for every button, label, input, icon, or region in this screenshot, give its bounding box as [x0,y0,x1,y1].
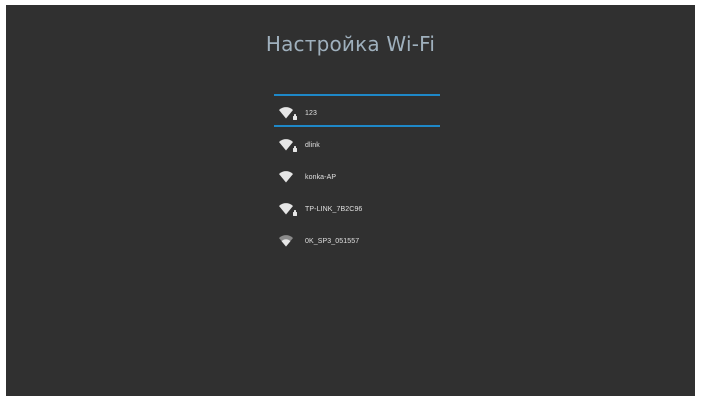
network-ssid: TP-LINK_7B2C96 [305,205,363,213]
wifi-settings-screen: Настройка Wi-Fi 123 dlink konka-AP TP-LI… [6,5,695,396]
network-ssid: 0K_SP3_051557 [305,237,360,245]
network-item-tp-link[interactable]: TP-LINK_7B2C96 [274,196,440,222]
page-title: Настройка Wi-Fi [265,32,436,56]
network-item-konka-ap[interactable]: konka-AP [274,164,440,190]
wifi-secured-icon [279,139,297,152]
selection-top-line [274,94,440,96]
wifi-icon [279,171,293,183]
wifi-secured-icon [279,203,297,216]
network-item-123[interactable]: 123 [274,100,440,126]
network-ssid: konka-AP [305,173,337,181]
lock-icon [293,114,297,120]
wifi-secured-icon [279,107,297,120]
network-item-dlink[interactable]: dlink [274,132,440,158]
lock-icon [293,146,297,152]
wifi-icon [279,235,293,247]
network-ssid: 123 [305,109,317,117]
lock-icon [293,210,297,216]
network-ssid: dlink [305,141,320,149]
network-item-0k-sp3[interactable]: 0K_SP3_051557 [274,228,440,254]
